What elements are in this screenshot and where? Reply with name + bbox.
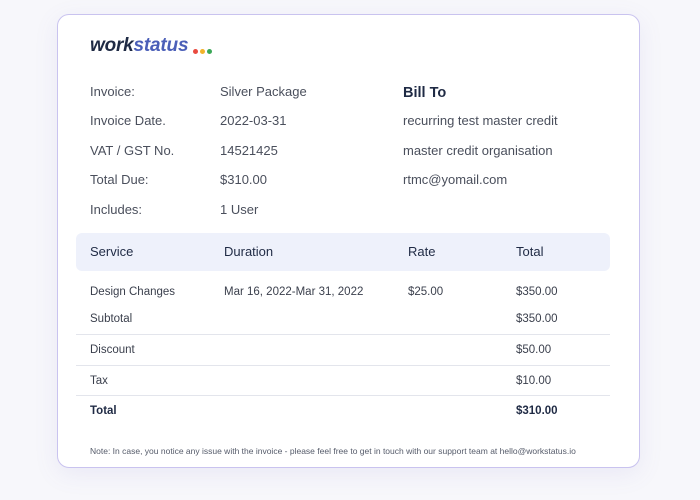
header-duration: Duration [224, 244, 274, 259]
total-value: $310.00 [516, 405, 558, 417]
item-service: Design Changes [90, 286, 176, 298]
item-duration: Mar 16, 2022-Mar 31, 2022 [224, 286, 364, 298]
divider [76, 365, 610, 366]
support-note: Note: In case, you notice any issue with… [90, 446, 576, 456]
invoice-value: Silver Package [220, 84, 307, 99]
header-total: Total [516, 244, 544, 259]
bill-to-name: recurring test master credit [403, 113, 558, 128]
vat-value: 14521425 [220, 143, 278, 158]
divider [76, 395, 610, 396]
logo-dot-green [207, 49, 213, 54]
discount-label: Discount [90, 344, 135, 356]
header-service: Service [90, 244, 134, 259]
includes-value: 1 User [220, 202, 259, 217]
workstatus-logo: workstatus [90, 35, 213, 57]
invoice-date-value: 2022-03-31 [220, 113, 287, 128]
total-due-label: Total Due: [90, 172, 149, 187]
divider [76, 334, 610, 335]
item-total: $350.00 [516, 286, 558, 298]
bill-to-title: Bill To [403, 85, 447, 101]
bill-to-email: rtmc@yomail.com [403, 172, 508, 187]
logo-dot-yellow [200, 49, 206, 54]
subtotal-label: Subtotal [90, 313, 133, 325]
total-due-value: $310.00 [220, 172, 267, 187]
discount-value: $50.00 [516, 344, 552, 356]
invoice-card: workstatus Invoice: Silver Package Invoi… [57, 14, 640, 468]
bill-to-organisation: master credit organisation [403, 143, 553, 158]
invoice-label: Invoice: [90, 84, 135, 99]
tax-label: Tax [90, 375, 108, 387]
total-label: Total [90, 405, 117, 417]
logo-text-work: work [90, 35, 134, 56]
subtotal-value: $350.00 [516, 313, 558, 325]
includes-label: Includes: [90, 202, 143, 217]
tax-value: $10.00 [516, 375, 552, 387]
logo-text-status: status [133, 35, 189, 56]
logo-text: workstatus [90, 35, 189, 57]
item-rate: $25.00 [408, 286, 444, 298]
logo-dots [193, 49, 213, 54]
logo-dot-red [193, 49, 199, 54]
header-rate: Rate [408, 244, 436, 259]
invoice-date-label: Invoice Date. [90, 113, 166, 128]
vat-label: VAT / GST No. [90, 143, 175, 158]
